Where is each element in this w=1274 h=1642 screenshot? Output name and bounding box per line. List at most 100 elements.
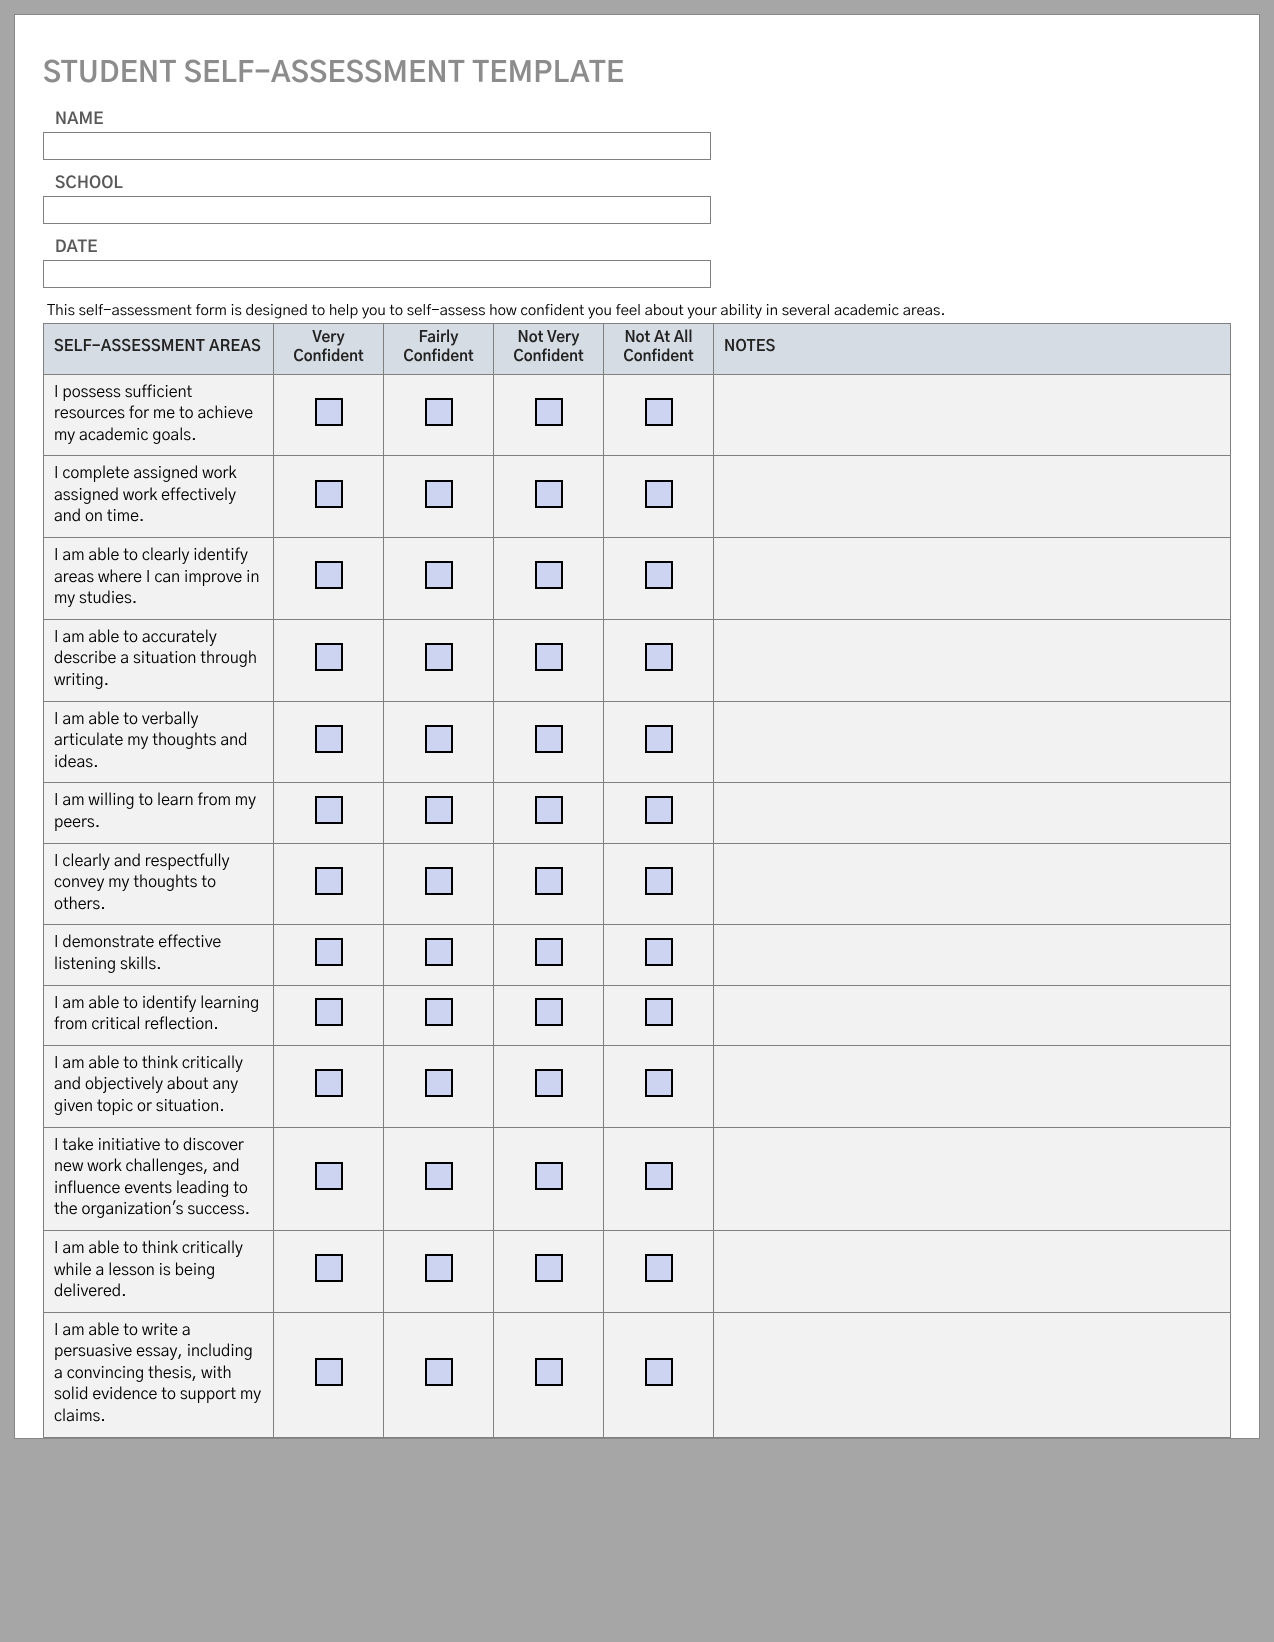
check-cell-notatall <box>604 619 714 701</box>
area-text: I am able to think critically and object… <box>44 1045 274 1127</box>
notes-cell[interactable] <box>714 1045 1231 1127</box>
checkbox-notvery[interactable] <box>535 398 563 426</box>
checkbox-notvery[interactable] <box>535 796 563 824</box>
check-cell-notvery <box>494 1230 604 1312</box>
notes-cell[interactable] <box>714 1127 1231 1230</box>
check-cell-very <box>274 701 384 783</box>
checkbox-very[interactable] <box>315 480 343 508</box>
checkbox-very[interactable] <box>315 867 343 895</box>
school-input[interactable] <box>43 196 711 224</box>
notes-cell[interactable] <box>714 701 1231 783</box>
check-cell-notvery <box>494 1312 604 1437</box>
checkbox-very[interactable] <box>315 1069 343 1097</box>
check-cell-notatall <box>604 1312 714 1437</box>
checkbox-very[interactable] <box>315 398 343 426</box>
checkbox-fairly[interactable] <box>425 643 453 671</box>
checkbox-fairly[interactable] <box>425 938 453 966</box>
checkbox-notvery[interactable] <box>535 725 563 753</box>
check-cell-fairly <box>384 843 494 925</box>
notes-cell[interactable] <box>714 925 1231 985</box>
check-cell-notvery <box>494 783 604 843</box>
checkbox-notatall[interactable] <box>645 867 673 895</box>
checkbox-notatall[interactable] <box>645 1254 673 1282</box>
check-cell-fairly <box>384 925 494 985</box>
check-cell-fairly <box>384 456 494 538</box>
checkbox-fairly[interactable] <box>425 398 453 426</box>
checkbox-notvery[interactable] <box>535 1358 563 1386</box>
checkbox-notatall[interactable] <box>645 643 673 671</box>
checkbox-fairly[interactable] <box>425 867 453 895</box>
header-very-confident: Very Confident <box>274 324 384 375</box>
area-text: I demonstrate effective listening skills… <box>44 925 274 985</box>
checkbox-notatall[interactable] <box>645 398 673 426</box>
checkbox-fairly[interactable] <box>425 1069 453 1097</box>
area-text: I am able to think critically while a le… <box>44 1230 274 1312</box>
name-input[interactable] <box>43 132 711 160</box>
checkbox-very[interactable] <box>315 796 343 824</box>
checkbox-notatall[interactable] <box>645 480 673 508</box>
checkbox-notvery[interactable] <box>535 1162 563 1190</box>
notes-cell[interactable] <box>714 456 1231 538</box>
area-text: I clearly and respectfully convey my tho… <box>44 843 274 925</box>
checkbox-fairly[interactable] <box>425 1254 453 1282</box>
checkbox-notatall[interactable] <box>645 938 673 966</box>
checkbox-notvery[interactable] <box>535 998 563 1026</box>
checkbox-notvery[interactable] <box>535 561 563 589</box>
checkbox-notvery[interactable] <box>535 867 563 895</box>
checkbox-notatall[interactable] <box>645 1162 673 1190</box>
notes-cell[interactable] <box>714 538 1231 620</box>
checkbox-notvery[interactable] <box>535 938 563 966</box>
notes-cell[interactable] <box>714 1230 1231 1312</box>
table-row: I am able to identify learning from crit… <box>44 985 1231 1045</box>
checkbox-notatall[interactable] <box>645 1069 673 1097</box>
checkbox-very[interactable] <box>315 561 343 589</box>
checkbox-fairly[interactable] <box>425 1358 453 1386</box>
area-text: I am able to write a persuasive essay, i… <box>44 1312 274 1437</box>
header-notes: NOTES <box>714 324 1231 375</box>
checkbox-fairly[interactable] <box>425 561 453 589</box>
checkbox-very[interactable] <box>315 643 343 671</box>
name-label: NAME <box>55 110 1231 130</box>
date-input[interactable] <box>43 260 711 288</box>
checkbox-very[interactable] <box>315 998 343 1026</box>
check-cell-very <box>274 1230 384 1312</box>
checkbox-very[interactable] <box>315 1254 343 1282</box>
checkbox-very[interactable] <box>315 725 343 753</box>
notes-cell[interactable] <box>714 783 1231 843</box>
checkbox-notatall[interactable] <box>645 725 673 753</box>
notes-cell[interactable] <box>714 985 1231 1045</box>
checkbox-notatall[interactable] <box>645 998 673 1026</box>
check-cell-very <box>274 619 384 701</box>
area-text: I am able to identify learning from crit… <box>44 985 274 1045</box>
notes-cell[interactable] <box>714 619 1231 701</box>
checkbox-very[interactable] <box>315 1162 343 1190</box>
check-cell-notvery <box>494 538 604 620</box>
checkbox-fairly[interactable] <box>425 480 453 508</box>
check-cell-notvery <box>494 1045 604 1127</box>
table-row: I am able to think critically and object… <box>44 1045 1231 1127</box>
check-cell-notatall <box>604 701 714 783</box>
check-cell-fairly <box>384 783 494 843</box>
check-cell-very <box>274 925 384 985</box>
checkbox-notvery[interactable] <box>535 1069 563 1097</box>
notes-cell[interactable] <box>714 374 1231 456</box>
checkbox-notvery[interactable] <box>535 480 563 508</box>
checkbox-notvery[interactable] <box>535 1254 563 1282</box>
check-cell-fairly <box>384 1127 494 1230</box>
checkbox-very[interactable] <box>315 1358 343 1386</box>
checkbox-notvery[interactable] <box>535 643 563 671</box>
checkbox-fairly[interactable] <box>425 725 453 753</box>
check-cell-notatall <box>604 925 714 985</box>
checkbox-notatall[interactable] <box>645 796 673 824</box>
check-cell-notatall <box>604 1230 714 1312</box>
notes-cell[interactable] <box>714 1312 1231 1437</box>
check-cell-notatall <box>604 843 714 925</box>
check-cell-notvery <box>494 925 604 985</box>
checkbox-fairly[interactable] <box>425 796 453 824</box>
notes-cell[interactable] <box>714 843 1231 925</box>
checkbox-very[interactable] <box>315 938 343 966</box>
checkbox-notatall[interactable] <box>645 561 673 589</box>
checkbox-fairly[interactable] <box>425 1162 453 1190</box>
checkbox-fairly[interactable] <box>425 998 453 1026</box>
checkbox-notatall[interactable] <box>645 1358 673 1386</box>
